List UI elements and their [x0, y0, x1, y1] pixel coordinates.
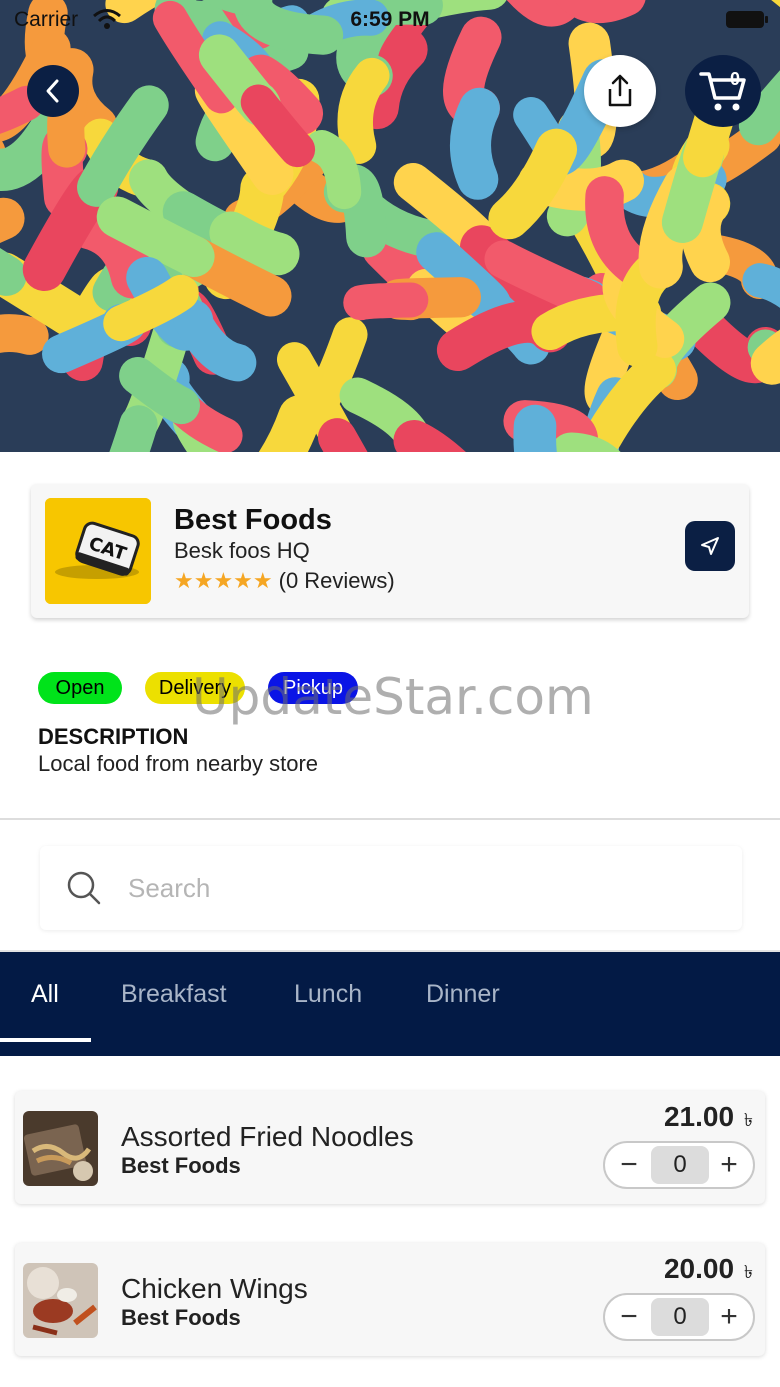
- minus-icon[interactable]: −: [609, 1299, 649, 1335]
- store-subtitle: Besk foos HQ: [174, 538, 310, 563]
- price-value: 20.00: [663, 1253, 735, 1284]
- store-rating[interactable]: ★★★★★ (0 Reviews): [174, 568, 395, 594]
- gummy-worms-image: [0, 0, 780, 452]
- search-bar[interactable]: [40, 846, 742, 930]
- tab-breakfast[interactable]: Breakfast: [121, 980, 227, 1009]
- review-count: (0 Reviews): [278, 568, 395, 593]
- back-button[interactable]: [27, 65, 79, 117]
- store-logo: CAT: [45, 498, 151, 604]
- description-text: Local food from nearby store: [38, 751, 319, 776]
- search-icon: [67, 871, 101, 905]
- plus-icon[interactable]: +: [709, 1147, 749, 1183]
- quantity-value: 0: [651, 1146, 709, 1184]
- product-store: Best Foods: [121, 1153, 241, 1178]
- watermark: UpdateStar.com: [192, 668, 594, 726]
- store-card: CAT Best Foods Besk foos HQ ★★★★★ (0 Rev…: [31, 484, 749, 618]
- product-card[interactable]: Chicken Wings Best Foods 20.00 ৳ − 0 +: [15, 1243, 765, 1356]
- status-badge-open: Open: [38, 672, 122, 704]
- tab-dinner[interactable]: Dinner: [426, 980, 500, 1009]
- price-value: 21.00: [663, 1101, 735, 1132]
- currency-symbol: ৳: [744, 1110, 753, 1130]
- chevron-left-icon: [46, 79, 59, 103]
- battery-icon: [726, 11, 768, 28]
- badge-pickup: Pickup: [268, 672, 358, 704]
- description-heading: DESCRIPTION: [38, 724, 189, 749]
- clock: 6:59 PM: [350, 8, 430, 31]
- category-tabs: All Breakfast Lunch Dinner: [0, 952, 780, 1056]
- gummy-worm: [0, 85, 44, 134]
- gummy-worm: [209, 211, 300, 276]
- minus-icon[interactable]: −: [609, 1147, 649, 1183]
- cart-count-badge: 0: [729, 69, 740, 89]
- badge-delivery: Delivery: [145, 672, 245, 704]
- tab-all[interactable]: All: [31, 980, 59, 1009]
- product-name: Assorted Fried Noodles: [121, 1121, 414, 1152]
- directions-button[interactable]: [685, 521, 735, 571]
- share-button[interactable]: [584, 55, 656, 127]
- rating-stars: ★★★★★: [174, 568, 273, 593]
- product-image: [23, 1263, 98, 1338]
- cat-logo-image: CAT: [45, 498, 151, 604]
- product-card[interactable]: Assorted Fried Noodles Best Foods 21.00 …: [15, 1091, 765, 1204]
- product-store: Best Foods: [121, 1305, 241, 1330]
- gummy-worm: [343, 282, 429, 321]
- gummy-worm: [337, 57, 390, 164]
- product-name: Chicken Wings: [121, 1273, 308, 1304]
- currency-symbol: ৳: [744, 1262, 753, 1282]
- product-price: 20.00 ৳: [664, 1253, 753, 1289]
- quantity-stepper: − 0 +: [603, 1141, 755, 1189]
- navigation-arrow-icon: [701, 537, 719, 555]
- quantity-value: 0: [651, 1298, 709, 1336]
- product-image: [23, 1111, 98, 1186]
- share-icon: [608, 74, 632, 107]
- status-bar: Carrier 6:59 PM: [0, 0, 780, 40]
- cart-button[interactable]: 0: [685, 55, 761, 127]
- divider: [0, 818, 780, 820]
- quantity-stepper: − 0 +: [603, 1293, 755, 1341]
- store-name: Best Foods: [174, 504, 332, 536]
- search-input[interactable]: [128, 868, 708, 908]
- tab-lunch[interactable]: Lunch: [294, 980, 362, 1009]
- active-tab-indicator: [0, 1038, 91, 1042]
- hero-image: Carrier 6:59 PM 0: [0, 0, 780, 452]
- plus-icon[interactable]: +: [709, 1299, 749, 1335]
- gummy-worm: [750, 329, 780, 385]
- product-price: 21.00 ৳: [664, 1101, 753, 1137]
- gummy-worm: [450, 87, 500, 200]
